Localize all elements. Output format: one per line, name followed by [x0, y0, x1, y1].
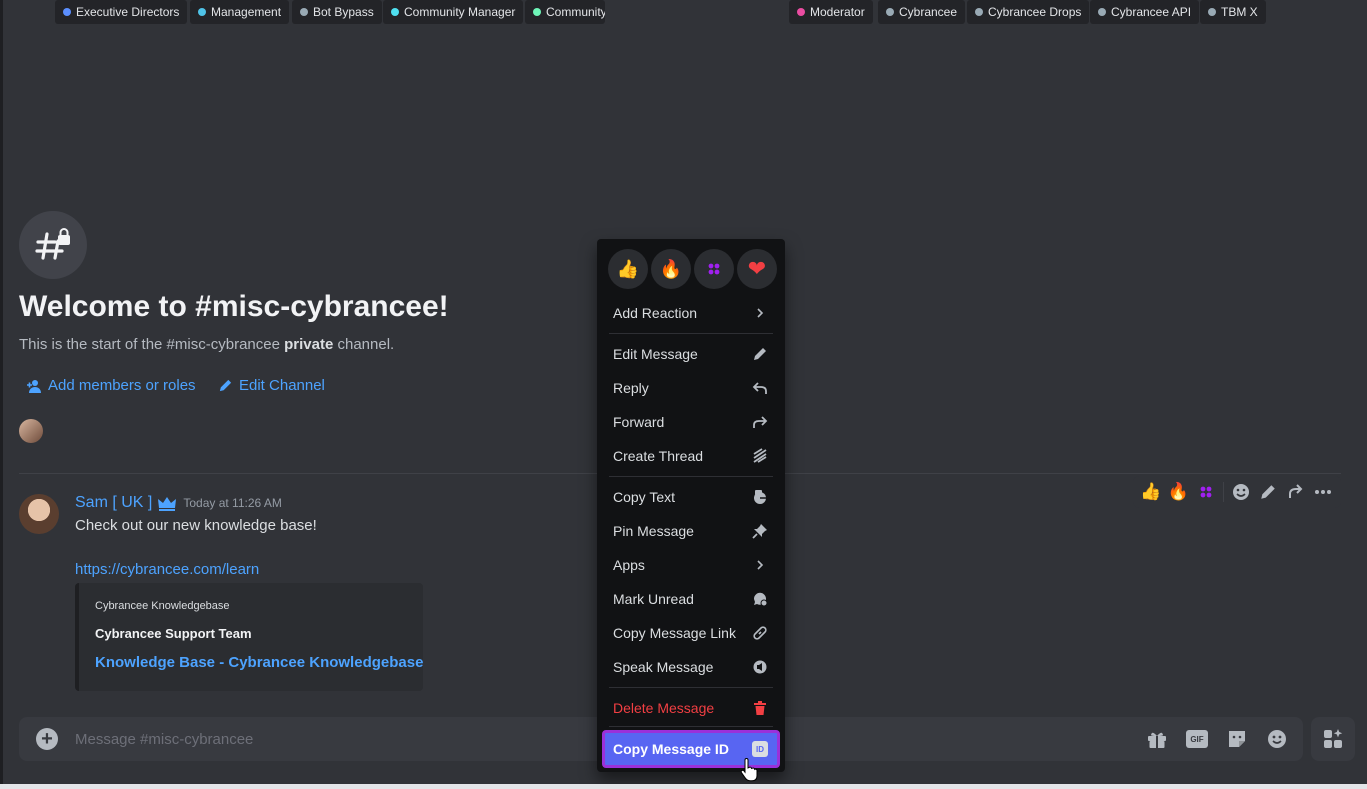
menu-divider	[609, 333, 773, 334]
menu-speak-message[interactable]: Speak Message	[605, 651, 777, 683]
role-color-dot	[886, 8, 894, 16]
add-reaction-icon[interactable]	[1227, 478, 1255, 506]
message-link[interactable]: https://cybrancee.com/learn	[75, 561, 259, 578]
edit-channel-button[interactable]: Edit Channel	[218, 377, 325, 394]
add-attachment-icon[interactable]: +	[36, 728, 58, 750]
add-member-icon	[27, 379, 41, 393]
role-color-dot	[533, 8, 541, 16]
reply-icon	[751, 379, 769, 397]
menu-mark-unread[interactable]: Mark Unread	[605, 583, 777, 615]
author-name[interactable]: Sam [ UK ]	[75, 494, 152, 512]
menu-delete-message[interactable]: Delete Message	[605, 692, 777, 724]
role-chip[interactable]: TBM X	[1200, 0, 1266, 24]
add-members-label: Add members or roles	[48, 377, 196, 394]
channel-access-roles	[19, 419, 55, 443]
message-timestamp: Today at 11:26 AM	[183, 496, 282, 510]
menu-copy-message-link[interactable]: Copy Message Link	[605, 617, 777, 649]
thumbs-up-icon[interactable]: 👍	[1137, 478, 1165, 506]
trash-icon	[751, 699, 769, 717]
menu-copy-text[interactable]: Copy Text	[605, 481, 777, 513]
role-color-dot	[1098, 8, 1106, 16]
role-chip[interactable]: Cybrancee Drops	[967, 0, 1090, 24]
message-header: Sam [ UK ] Today at 11:26 AM	[75, 494, 282, 512]
menu-pin-message[interactable]: Pin Message	[605, 515, 777, 547]
fire-icon[interactable]: 🔥	[651, 249, 691, 289]
mark-unread-icon	[751, 590, 769, 608]
role-chip[interactable]: Executive Directors	[55, 0, 188, 24]
menu-add-reaction[interactable]: Add Reaction	[605, 297, 777, 329]
hand-cursor-icon	[740, 758, 758, 782]
forward-icon	[751, 413, 769, 431]
id-icon: ID	[751, 740, 769, 758]
sticker-icon[interactable]	[1225, 727, 1249, 751]
dots-emoji-icon[interactable]	[1192, 478, 1220, 506]
embed-title[interactable]: Knowledge Base - Cybrancee Knowledgebase	[95, 654, 423, 671]
menu-forward[interactable]: Forward	[605, 406, 777, 438]
channel-welcome-title: Welcome to #misc-cybrancee!	[19, 290, 449, 323]
menu-divider	[609, 726, 773, 727]
message-input[interactable]	[75, 717, 575, 761]
thumbs-up-icon[interactable]: 👍	[608, 249, 648, 289]
role-chip[interactable]: Management	[190, 0, 290, 24]
fire-icon[interactable]: 🔥	[1165, 478, 1193, 506]
role-color-dot	[63, 8, 71, 16]
member-avatar[interactable]	[19, 419, 43, 443]
more-icon[interactable]	[1309, 478, 1337, 506]
gif-icon[interactable]: GIF	[1185, 727, 1209, 751]
link-icon	[751, 624, 769, 642]
role-color-dot	[391, 8, 399, 16]
heart-icon[interactable]: ❤	[737, 249, 777, 289]
role-color-dot	[300, 8, 308, 16]
menu-apps[interactable]: Apps	[605, 549, 777, 581]
edit-icon[interactable]	[1254, 478, 1282, 506]
window-frame-bottom	[0, 784, 1367, 789]
dots-emoji-icon[interactable]	[694, 249, 734, 289]
pin-icon	[751, 522, 769, 540]
channel-hash-lock-icon	[19, 211, 87, 279]
menu-reply[interactable]: Reply	[605, 372, 777, 404]
speak-icon	[751, 658, 769, 676]
role-chip[interactable]: Cybrancee API	[1090, 0, 1200, 24]
edit-channel-label: Edit Channel	[239, 377, 325, 394]
window-frame-left	[0, 0, 3, 789]
crown-icon	[158, 497, 177, 511]
role-color-dot	[1208, 8, 1216, 16]
menu-divider	[609, 476, 773, 477]
chevron-right-icon	[751, 304, 769, 322]
role-chip[interactable]: Moderator	[789, 0, 873, 24]
chevron-right-icon	[751, 556, 769, 574]
role-color-dot	[198, 8, 206, 16]
role-chip[interactable]: Community	[525, 0, 605, 24]
author-avatar[interactable]	[19, 494, 59, 534]
thread-icon	[751, 447, 769, 465]
role-chip[interactable]: Cybrancee	[878, 0, 966, 24]
quick-reactions: 👍 🔥 ❤	[608, 249, 777, 289]
gift-icon[interactable]	[1145, 727, 1169, 751]
forward-icon[interactable]	[1282, 478, 1310, 506]
role-chip[interactable]: Bot Bypass	[292, 0, 382, 24]
pencil-icon	[751, 345, 769, 363]
link-embed: Cybrancee Knowledgebase Cybrancee Suppor…	[75, 583, 423, 691]
apps-icon[interactable]	[1311, 717, 1355, 761]
embed-author: Cybrancee Support Team	[95, 626, 252, 641]
role-color-dot	[975, 8, 983, 16]
message-context-menu: 👍 🔥 ❤ Add Reaction Edit Message Reply Fo…	[597, 239, 785, 772]
private-label: private	[284, 336, 334, 353]
embed-provider: Cybrancee Knowledgebase	[95, 600, 230, 612]
message-hover-toolbar: 👍 🔥	[1133, 476, 1341, 508]
message-text: Check out our new knowledge base!	[75, 517, 317, 534]
toolbar-divider	[1222, 482, 1224, 502]
menu-edit-message[interactable]: Edit Message	[605, 338, 777, 370]
role-color-dot	[797, 8, 805, 16]
role-chip[interactable]: Community Manager	[383, 0, 524, 24]
add-members-button[interactable]: Add members or roles	[26, 377, 196, 394]
copy-icon	[751, 488, 769, 506]
channel-description: This is the start of the #misc-cybrancee…	[19, 336, 395, 353]
menu-divider	[609, 687, 773, 688]
emoji-icon[interactable]	[1265, 727, 1289, 751]
menu-create-thread[interactable]: Create Thread	[605, 440, 777, 472]
pencil-icon	[219, 379, 232, 392]
